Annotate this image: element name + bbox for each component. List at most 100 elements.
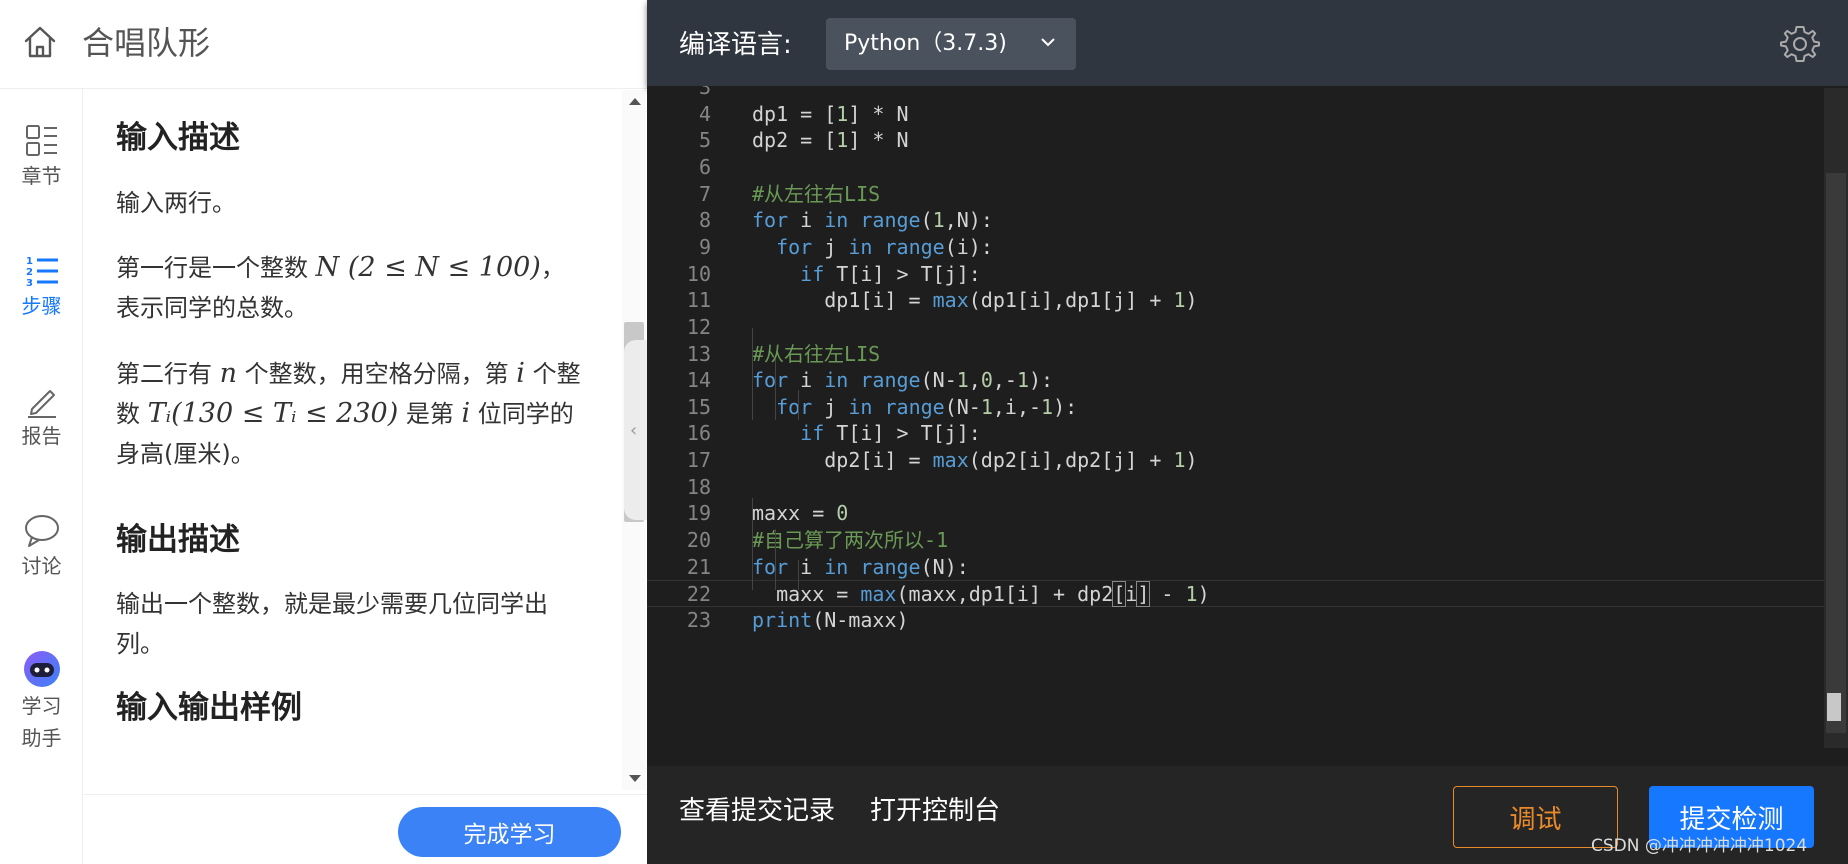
indent-guide [752, 328, 753, 420]
code-line[interactable]: 17 dp2[i] = max(dp2[i],dp2[j] + 1) [647, 447, 1827, 474]
svg-text:1: 1 [26, 256, 33, 267]
scroll-up-arrow-icon[interactable] [629, 98, 641, 105]
line-number: 19 [686, 501, 711, 526]
collapse-panel-handle[interactable]: ‹ [624, 340, 647, 520]
code-text: print(N-maxx) [752, 608, 909, 632]
code-line[interactable]: 21 for i in range(N): [647, 554, 1827, 581]
line-number: 7 [698, 181, 711, 206]
code-line[interactable]: 5 dp2 = [1] * N [647, 127, 1827, 154]
math-t-range: Tᵢ(130 ≤ Tᵢ ≤ 230) [147, 398, 399, 429]
code-editor[interactable]: 3 4 dp1 = [1] * N 5 dp2 = [1] * N 6 7 #从左往右LIS 8… [647, 86, 1848, 766]
code-line[interactable]: 4 dp1 = [1] * N [647, 101, 1827, 128]
line-number: 20 [686, 528, 711, 553]
indent-guide [775, 529, 776, 590]
code-text: maxx = 0 [752, 501, 849, 526]
chevron-down-icon [1041, 38, 1055, 47]
line-number: 12 [686, 314, 711, 339]
code-line[interactable]: 20 #自己算了两次所以-1 [647, 527, 1827, 554]
code-text: #自己算了两次所以-1 [752, 528, 949, 553]
code-text: #从右往左LIS [752, 341, 881, 366]
sample-heading: 输入输出样例 [116, 690, 302, 726]
input-heading: 输入描述 [116, 120, 240, 156]
side-nav: 章节 1 2 3 步骤 报告 讨论 学习 助手 [0, 89, 83, 864]
problem-header: 合唱队形 [0, 0, 647, 89]
line-number: 22 [686, 582, 711, 607]
language-label: 编译语言: [679, 30, 792, 60]
code-line[interactable]: 9 for j in range(i): [647, 234, 1827, 261]
line-number: 15 [686, 394, 711, 419]
code-line[interactable]: 19 maxx = 0 [647, 500, 1827, 527]
problem-content: 输入描述 输入两行。 第一行是一个整数 N (2 ≤ N ≤ 100)，表示同学… [84, 90, 621, 790]
code-text: for j in range(N-1,i,-1): [776, 394, 1078, 419]
line-number: 23 [686, 608, 711, 632]
line-number: 6 [698, 154, 711, 179]
output-heading: 输出描述 [116, 522, 240, 558]
line-number: 17 [686, 448, 711, 473]
finish-study-button[interactable]: 完成学习 [398, 807, 621, 857]
editor-scrollbar-thumb[interactable] [1826, 173, 1846, 733]
language-select[interactable]: Python（3.7.3) [826, 18, 1076, 70]
code-line[interactable]: 15 for j in range(N-1,i,-1): [647, 394, 1827, 421]
code-line[interactable]: 22 maxx = max(maxx,dp1[i] + dp2[i] - 1) [647, 580, 1827, 608]
gear-icon[interactable] [1780, 24, 1820, 64]
code-line[interactable]: 18 [647, 474, 1827, 501]
pencil-icon [27, 390, 56, 418]
chat-icon [24, 515, 59, 547]
nav-item-discussion[interactable]: 讨论 [0, 513, 83, 579]
code-line[interactable]: 8 for i in range(1,N): [647, 207, 1827, 234]
indent-guide [798, 560, 799, 590]
line-number: 9 [698, 234, 711, 259]
open-console-link[interactable]: 打开控制台 [870, 794, 1000, 828]
editor-toolbar: 编译语言: Python（3.7.3) [647, 0, 1848, 86]
indent-guide [775, 359, 776, 420]
nav-item-chapters[interactable]: 章节 [0, 123, 83, 189]
line-number: 16 [686, 421, 711, 446]
chevron-left-icon: ‹ [630, 420, 638, 441]
code-line[interactable]: 11 dp1[i] = max(dp1[i],dp1[j] + 1) [647, 287, 1827, 314]
math-n-range: N (2 ≤ N ≤ 100) [315, 252, 541, 283]
nav-item-assistant[interactable]: 学习 助手 [0, 649, 83, 751]
indent-guide [798, 390, 799, 420]
problem-panel: 合唱队形 章节 1 2 3 步骤 报告 讨论 学习 助手 输入描述 输入两行。 … [0, 0, 647, 864]
indent-guide [752, 498, 753, 590]
svg-text:3: 3 [26, 278, 33, 289]
code-line[interactable]: 14 for i in range(N-1,0,-1): [647, 367, 1827, 394]
scroll-down-arrow-icon[interactable] [629, 775, 641, 782]
code-line[interactable]: 3 [647, 86, 1827, 101]
code-text: dp1[i] = max(dp1[i],dp1[j] + 1) [752, 288, 1198, 313]
code-text: maxx = max(maxx,dp1[i] + dp2[i] - 1) [752, 581, 1210, 608]
nav-label-steps: 步骤 [21, 294, 62, 318]
submission-history-link[interactable]: 查看提交记录 [679, 794, 835, 828]
code-line[interactable]: 7 #从左往右LIS [647, 181, 1827, 208]
code-line[interactable]: 16 if T[i] > T[j]: [647, 420, 1827, 447]
nav-item-steps[interactable]: 1 2 3 步骤 [0, 253, 83, 319]
line-number: 14 [686, 368, 711, 393]
code-text: if T[i] > T[j]: [800, 261, 981, 286]
nav-label-discussion: 讨论 [21, 554, 62, 578]
code-text: for i in range(1,N): [752, 208, 993, 233]
nav-label-assistant-2: 助手 [21, 726, 62, 750]
nav-item-report[interactable]: 报告 [0, 383, 83, 449]
line-number: 18 [686, 474, 711, 499]
editor-scrollbar[interactable] [1824, 88, 1848, 748]
svg-text:2: 2 [26, 267, 33, 278]
home-icon[interactable] [22, 24, 58, 60]
line-number: 4 [698, 101, 711, 126]
line-number: 5 [698, 128, 711, 153]
editor-footer: 查看提交记录 打开控制台 调试 提交检测 CSDN @冲冲冲冲冲冲1024 [647, 766, 1848, 864]
code-line[interactable]: 23 print(N-maxx) [647, 607, 1827, 634]
code-text: #从左往右LIS [752, 181, 881, 206]
left-footer: 完成学习 [84, 794, 647, 864]
line-number: 11 [686, 288, 711, 313]
code-line[interactable]: 13 #从右往左LIS [647, 341, 1827, 368]
code-line[interactable]: 6 [647, 154, 1827, 181]
code-line[interactable]: 10 if T[i] > T[j]: [647, 261, 1827, 288]
nav-label-chapters: 章节 [21, 164, 62, 188]
code-text: dp2[i] = max(dp2[i],dp2[j] + 1) [752, 448, 1198, 473]
scroll-position-marker [1827, 693, 1841, 721]
watermark: CSDN @冲冲冲冲冲冲1024 [1591, 836, 1808, 856]
input-p3: 第二行有 n 个整数，用空格分隔，第 i 个整数 Tᵢ(130 ≤ Tᵢ ≤ 2… [116, 358, 581, 468]
nav-label-report: 报告 [21, 424, 62, 448]
code-line[interactable]: 12 [647, 314, 1827, 341]
line-number: 3 [698, 86, 711, 99]
